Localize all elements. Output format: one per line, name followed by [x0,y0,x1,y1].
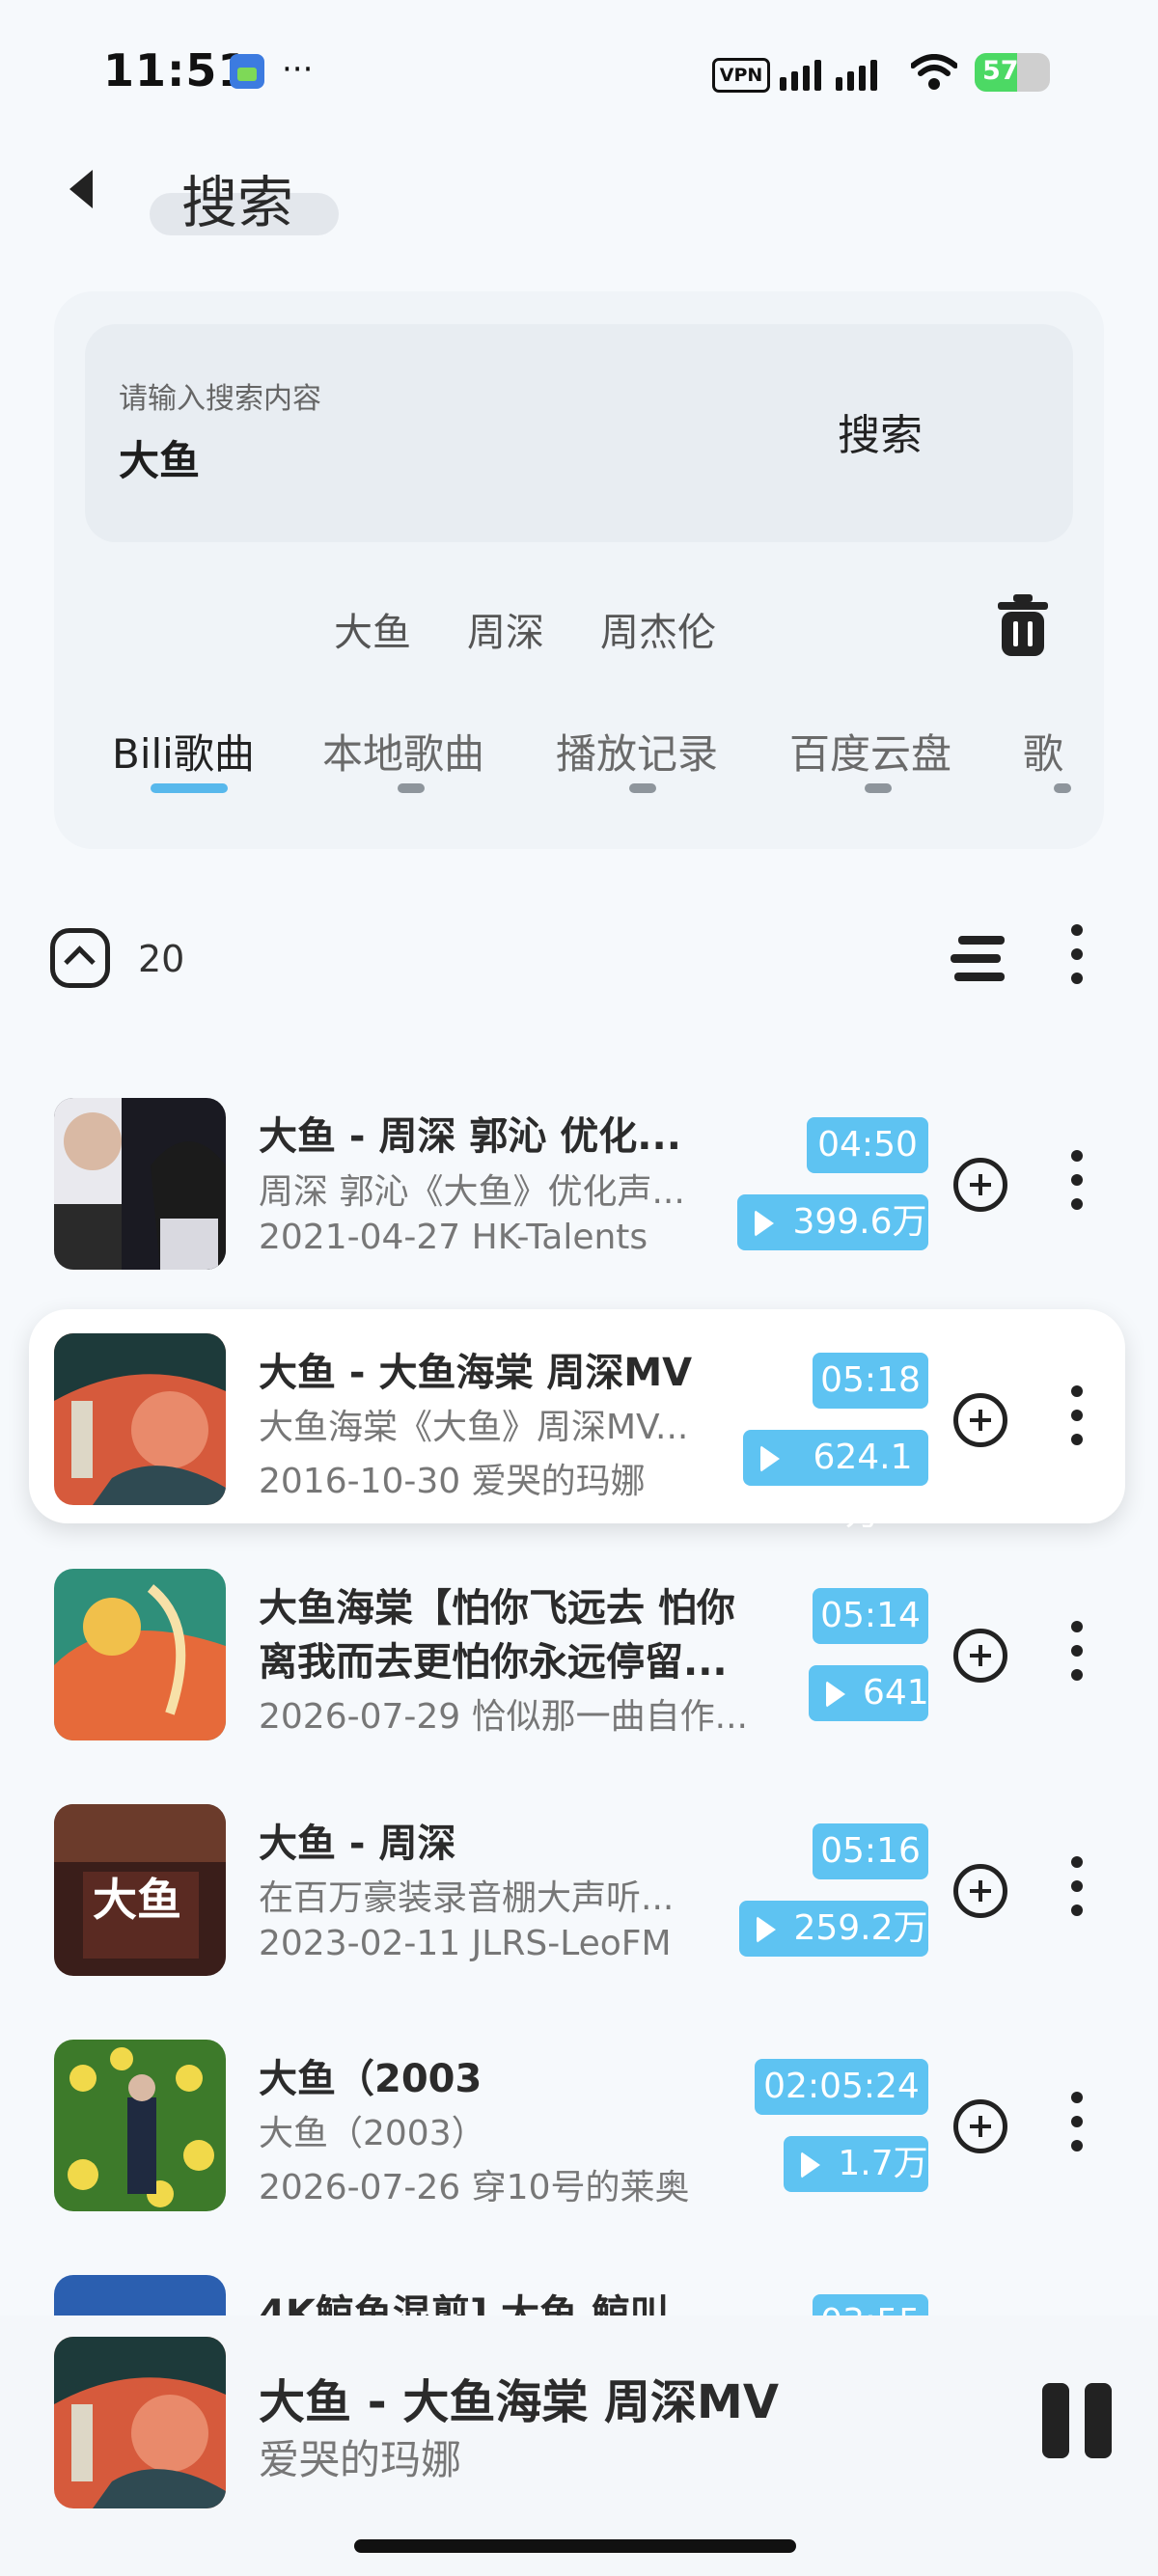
song-more-icon[interactable] [1071,1621,1083,1693]
song-thumbnail[interactable] [54,2040,226,2211]
song-more-icon[interactable] [1071,2092,1083,2164]
vpn-icon: VPN [712,58,770,93]
song-subtitle: 周深 郭沁《大鱼》优化声... [259,1172,685,1212]
app-notification-icon [230,54,264,89]
tab-indicator [865,783,892,793]
song-meta: 2021-04-27 HK-Talents [259,1218,648,1257]
song-more-icon[interactable] [1071,1856,1083,1929]
duration-badge: 03:55 [813,2294,928,2316]
back-icon[interactable] [69,170,93,208]
tab-local-songs[interactable]: 本地歌曲 [322,722,484,781]
player-artist: 爱哭的玛娜 [259,2436,462,2483]
duration-badge: 05:16 [813,1823,928,1879]
song-meta: 2016-10-30 爱哭的玛娜 [259,1462,646,1501]
song-title: 大鱼 - 周深 郭沁 优化... [259,1114,681,1159]
more-notifications-icon: ··· [282,50,314,89]
history-chip[interactable]: 周深 [467,601,544,657]
collapse-icon[interactable] [50,928,110,988]
add-to-playlist-icon[interactable] [953,1393,1007,1447]
play-count-badge: 624.1万 [743,1430,928,1533]
svg-text:大鱼: 大鱼 [93,1874,181,1926]
search-input[interactable] [85,324,1073,542]
add-to-playlist-icon[interactable] [953,2099,1007,2153]
play-count-badge: 259.2万 [739,1901,928,1957]
song-subtitle: 大鱼（2003） [259,2114,486,2153]
duration-badge: 05:14 [813,1588,928,1644]
player-title: 大鱼 - 大鱼海棠 周深MV [259,2375,779,2429]
song-thumbnail[interactable] [54,2275,226,2316]
page-title: 搜索 [181,170,294,235]
tab-play-history[interactable]: 播放记录 [556,722,718,781]
song-thumbnail[interactable] [54,1569,226,1740]
play-count-badge: 641 [809,1665,929,1721]
song-title: 大鱼（2003 [259,2057,482,2101]
tab-indicator [398,783,425,793]
add-to-playlist-icon[interactable] [953,1864,1007,1918]
pause-icon[interactable] [1042,2383,1112,2458]
song-title: 大鱼 - 周深 [259,1822,456,1866]
tab-more[interactable]: 歌 [1023,722,1071,781]
search-button[interactable]: 搜索 [838,400,923,462]
sort-icon[interactable] [951,934,1008,984]
song-meta: 2026-07-29 恰似那一曲自作... [259,1697,748,1737]
duration-badge: 02:05:24 [755,2059,928,2115]
song-title: 4K鲸鱼混剪] 大鱼 鲸叫 [259,2292,669,2316]
tab-baidu-cloud[interactable]: 百度云盘 [789,722,951,781]
trash-icon[interactable] [998,594,1048,656]
song-title-line2: 离我而去更怕你永远停留... [259,1640,728,1685]
signal-icon [780,56,892,91]
song-thumbnail[interactable]: 大鱼 [54,1804,226,1976]
song-thumbnail[interactable] [54,1098,226,1270]
song-more-icon[interactable] [1071,1385,1083,1458]
song-title: 大鱼海棠【怕你飞远去 怕你 [259,1586,735,1631]
song-meta: 2023-02-11 JLRS-LeoFM [259,1924,672,1963]
status-time: 11:51 [103,44,250,96]
song-subtitle: 在百万豪装录音棚大声听... [259,1878,675,1918]
tab-bili-songs[interactable]: Bili歌曲 [112,722,255,781]
duration-badge: 04:50 [807,1117,928,1173]
battery-level: 57 [982,56,1019,86]
search-input-label: 请输入搜索内容 [119,382,321,416]
add-to-playlist-icon[interactable] [953,1158,1007,1212]
tab-indicator-active [151,783,228,793]
tab-indicator [629,783,656,793]
song-subtitle: 大鱼海棠《大鱼》周深MV... [259,1408,689,1447]
wifi-icon [911,54,957,90]
song-more-icon[interactable] [1071,1150,1083,1222]
player-cover[interactable] [54,2337,226,2508]
duration-badge: 05:18 [813,1353,928,1409]
song-title: 大鱼 - 大鱼海棠 周深MV [259,1351,693,1395]
result-count: 20 [138,938,185,980]
song-meta: 2026-07-26 穿10号的莱奥 [259,2168,690,2207]
play-count-badge: 1.7万 [784,2136,928,2192]
history-chip[interactable]: 大鱼 [334,601,411,657]
add-to-playlist-icon[interactable] [953,1629,1007,1683]
battery-icon: 57 [975,53,1050,92]
tab-indicator [1054,783,1071,793]
more-options-icon[interactable] [1071,924,1083,997]
song-thumbnail[interactable] [54,1333,226,1505]
history-chip[interactable]: 周杰伦 [600,601,716,657]
home-indicator[interactable] [354,2539,796,2553]
search-input-value[interactable]: 大鱼 [119,428,200,487]
play-count-badge: 399.6万 [737,1194,928,1250]
